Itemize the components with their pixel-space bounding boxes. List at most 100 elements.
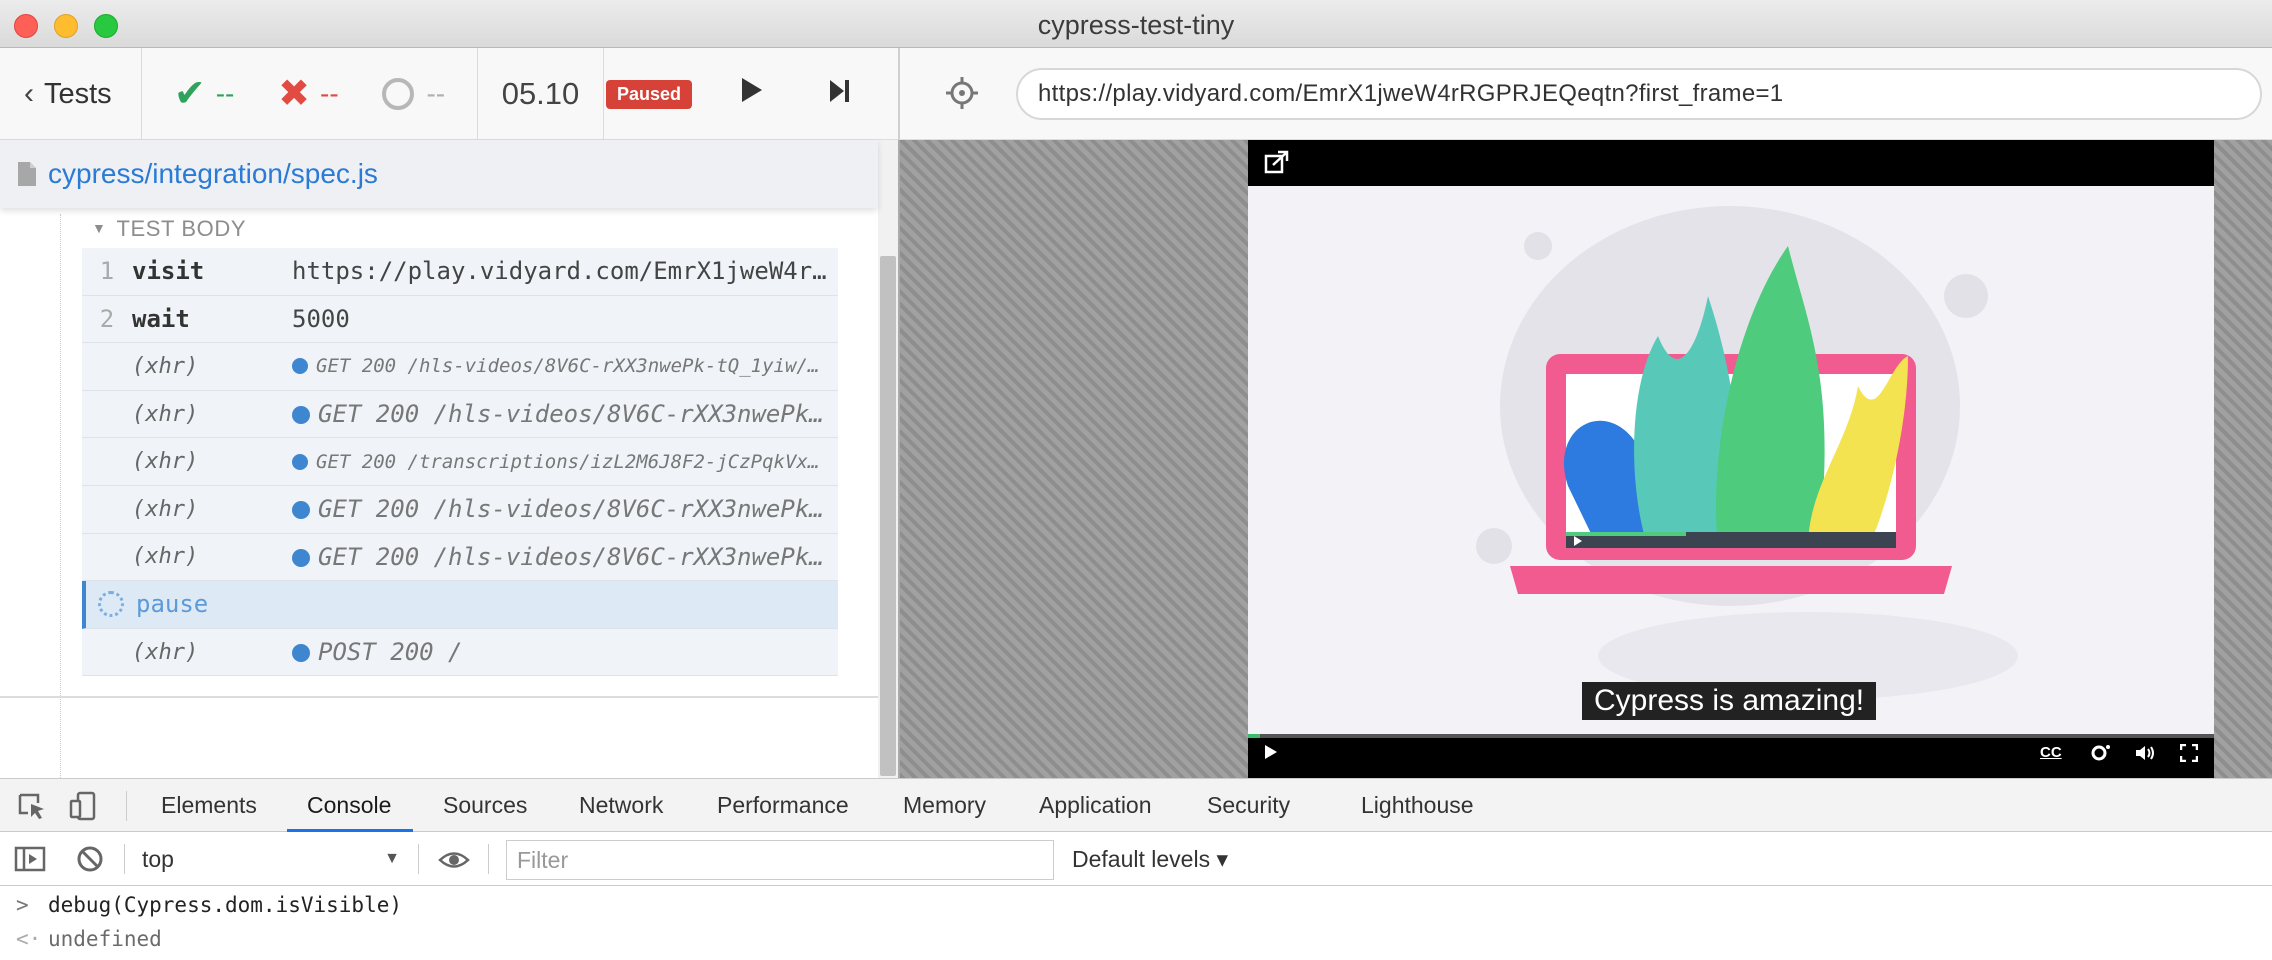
command-row[interactable]: (xhr) GET 200 /hls-videos/8V6C-rXX3nwePk-… <box>82 485 838 534</box>
command-name: pause <box>136 590 209 619</box>
command-message: GET 200 /transcriptions/izL2M6J8F2-jCzPq… <box>292 451 838 473</box>
console-result-line: <· undefined <box>0 922 2272 956</box>
command-message-text: GET 200 /hls-videos/8V6C-rXX3nwePk-tQ_1y… <box>318 400 838 429</box>
passed-stat: ✔ -- <box>174 75 235 113</box>
x-icon: ✖ <box>278 73 311 115</box>
tab-performance[interactable]: Performance <box>717 779 849 832</box>
paused-badge: Paused <box>606 79 693 109</box>
duration: 05.10 <box>478 48 604 140</box>
devtools-separator <box>126 791 127 821</box>
command-name: wait <box>132 304 190 333</box>
xhr-status-dot-icon <box>292 453 308 470</box>
command-message: GET 200 /hls-videos/8V6C-rXX3nwePk-tQ_1y… <box>292 355 838 377</box>
reporter-divider <box>0 696 878 698</box>
command-name: (xhr) <box>132 639 199 665</box>
fullscreen-button[interactable] <box>2179 743 2199 767</box>
spinner-icon <box>98 591 124 618</box>
clear-console-icon[interactable] <box>74 844 106 874</box>
command-row[interactable]: (xhr) GET 200 /hls-videos/8V6C-rXX3nwePk-… <box>82 390 838 439</box>
player-controls: CC <box>1248 738 2214 778</box>
command-message: GET 200 /hls-videos/8V6C-rXX3nwePk-tQ_1y… <box>292 400 838 428</box>
failed-stat: ✖ -- <box>278 75 339 113</box>
tests-button[interactable]: ‹ Tests <box>0 48 142 140</box>
tab-elements[interactable]: Elements <box>161 779 257 832</box>
command-row[interactable]: (xhr) GET 200 /hls-videos/8V6C-rXX3nwePk-… <box>82 533 838 582</box>
xhr-status-dot-icon <box>292 548 310 567</box>
url-bar[interactable]: https://play.vidyard.com/EmrX1jweW4rRGPR… <box>1016 68 2262 120</box>
volume-button[interactable] <box>2134 744 2156 767</box>
device-toolbar-icon[interactable] <box>68 791 100 821</box>
command-row[interactable]: 2 wait 5000 <box>82 295 838 344</box>
runner-controls: Paused <box>604 48 898 140</box>
context-select-value: top <box>142 846 174 872</box>
command-message: 5000 <box>292 305 838 333</box>
fullscreen-icon <box>2179 743 2199 763</box>
selector-playground-icon[interactable] <box>944 75 980 111</box>
tab-application[interactable]: Application <box>1039 779 1152 832</box>
video-illustration <box>1476 206 2018 700</box>
command-message-text: GET 200 /hls-videos/8V6C-rXX3nwePk-tQ_1y… <box>316 355 838 378</box>
console-filter-input[interactable]: Filter <box>506 840 1054 880</box>
passed-count: -- <box>215 78 235 109</box>
tab-network[interactable]: Network <box>579 779 663 832</box>
show-sidebar-icon[interactable] <box>14 844 46 874</box>
command-row[interactable]: (xhr) GET 200 /transcriptions/izL2M6J8F2-… <box>82 438 838 486</box>
video-play-button[interactable] <box>1264 744 1278 765</box>
command-row[interactable]: 1 visit https://play.vidyard.com/EmrX1jweW… <box>82 248 838 296</box>
xhr-status-dot-icon <box>292 406 310 425</box>
command-name: (xhr) <box>132 401 199 427</box>
context-select[interactable]: top ▼ <box>142 842 408 876</box>
tab-security[interactable]: Security <box>1207 779 1290 832</box>
resume-button[interactable] <box>740 76 764 112</box>
inspect-element-icon[interactable] <box>16 791 48 821</box>
play-icon <box>742 78 763 102</box>
command-name: (xhr) <box>132 353 199 379</box>
command-message-text: POST 200 / <box>318 638 463 667</box>
command-row[interactable]: (xhr) GET 200 /hls-videos/8V6C-rXX3nwePk-… <box>82 343 838 391</box>
reporter-scrollbar-thumb[interactable] <box>880 256 896 776</box>
command-message: GET 200 /hls-videos/8V6C-rXX3nwePk-tQ_1y… <box>292 543 838 571</box>
cc-button[interactable]: CC <box>2040 744 2062 761</box>
play-icon <box>1265 745 1277 759</box>
command-row-pause[interactable]: pause <box>82 581 838 629</box>
console-input-line: > debug(Cypress.dom.isVisible) <box>0 888 2272 922</box>
console-result-icon: <· <box>16 927 42 951</box>
gear-icon <box>2091 745 2110 761</box>
command-name: (xhr) <box>132 544 199 570</box>
video-player[interactable]: Cypress is amazing! CC <box>1248 140 2214 778</box>
command-list: 1 visit https://play.vidyard.com/EmrX1jweW… <box>82 248 838 677</box>
player-top-bar <box>1248 140 2214 186</box>
command-number: 1 <box>99 257 115 286</box>
live-expression-eye-icon[interactable] <box>438 845 470 875</box>
command-message-text: GET 200 /transcriptions/izL2M6J8F2-jCzPq… <box>316 450 838 473</box>
window-titlebar: cypress-test-tiny <box>0 0 2272 48</box>
command-message-text: 5000 <box>292 304 350 333</box>
volume-icon <box>2136 746 2154 760</box>
caret-down-icon: ▼ <box>92 220 107 236</box>
share-icon[interactable] <box>1264 150 1290 174</box>
failed-count: -- <box>320 78 339 109</box>
spec-header: cypress/integration/spec.js <box>0 140 878 208</box>
command-message: POST 200 / <box>292 638 838 666</box>
video-caption: Cypress is amazing! <box>1582 682 1877 720</box>
reporter-header: ‹ Tests ✔ -- ✖ -- -- 05.10 Paused <box>0 48 898 140</box>
tab-lighthouse[interactable]: Lighthouse <box>1361 779 1474 832</box>
command-name: (xhr) <box>132 496 199 522</box>
reporter-body: cypress/integration/spec.js ▼ TEST BODY 1… <box>0 140 878 804</box>
test-tree-line <box>60 214 61 804</box>
command-row[interactable]: (xhr) POST 200 / <box>82 628 838 677</box>
tab-sources[interactable]: Sources <box>443 779 527 832</box>
pending-count: -- <box>426 78 446 109</box>
command-number: 2 <box>99 304 115 333</box>
test-body-toggle[interactable]: ▼ TEST BODY <box>92 216 246 242</box>
tab-memory[interactable]: Memory <box>903 779 986 832</box>
spec-file-link[interactable]: cypress/integration/spec.js <box>48 158 378 190</box>
settings-button[interactable] <box>2090 744 2112 767</box>
log-levels-dropdown[interactable]: Default levels ▾ <box>1072 842 1228 876</box>
dropdown-arrow-icon: ▼ <box>384 850 400 867</box>
devtools-tabbar: Elements Console Sources Network Perform… <box>0 778 2272 832</box>
tab-console[interactable]: Console <box>286 779 414 832</box>
toolbar-separator <box>418 844 419 874</box>
window-title: cypress-test-tiny <box>1037 10 1235 40</box>
next-step-button[interactable] <box>828 77 852 112</box>
